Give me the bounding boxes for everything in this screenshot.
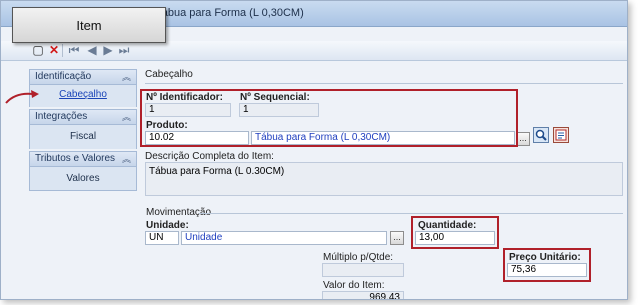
section-title-cabecalho: Cabeçalho (145, 69, 193, 80)
first-record-icon[interactable]: ⏮ (67, 43, 81, 57)
previous-record-icon[interactable]: ◀ (85, 43, 99, 57)
descricao-completa-field[interactable]: Tábua para Forma (L 0.30CM) (145, 162, 623, 196)
collapse-chevron-icon[interactable]: ︽ (122, 110, 131, 124)
highlight-box-produto (140, 89, 518, 147)
new-icon[interactable]: ▢ (31, 43, 45, 57)
search-product-icon[interactable] (533, 127, 549, 143)
collapse-chevron-icon[interactable]: ︽ (122, 152, 131, 166)
sidebar-group-body: Cabeçalho (29, 85, 137, 107)
produto-lookup-button[interactable]: ... (516, 132, 530, 146)
toolbar-separator (62, 44, 63, 57)
sidebar-group-title: Identificação (35, 71, 92, 82)
item-tab[interactable]: Item (12, 7, 166, 43)
sidebar-group-identificacao[interactable]: Identificação ︽ (29, 69, 137, 85)
delete-icon[interactable]: ✕ (47, 43, 61, 57)
descricao-completa-label: Descrição Completa do Item: (145, 151, 274, 162)
sidebar-group-title: Tributos e Valores (35, 153, 116, 164)
sidebar-item-fiscal[interactable]: Fiscal (30, 131, 136, 142)
next-record-icon[interactable]: ▶ (101, 43, 115, 57)
highlight-box-quantidade (411, 216, 499, 249)
window-title: Tábua para Forma (L 0,30CM) (155, 7, 304, 19)
sidebar-item-valores[interactable]: Valores (30, 173, 136, 184)
main-panel: Cabeçalho Nº Identificador: 1 Nº Sequenc… (139, 65, 627, 299)
sidebar-group-integracoes[interactable]: Integrações ︽ (29, 109, 137, 125)
annotation-arrow-icon (5, 90, 39, 104)
section-divider (145, 83, 623, 84)
sidebar-group-title: Integrações (35, 111, 88, 122)
section-divider (199, 213, 623, 214)
record-toolbar: ▢ ✕ ⏮ ◀ ▶ ⏭ (1, 41, 627, 61)
item-window: Tábua para Forma (L 0,30CM) ▢ ✕ ⏮ ◀ ▶ ⏭ … (0, 0, 628, 300)
unidade-description-field[interactable]: Unidade (181, 231, 387, 245)
valor-item-label: Valor do Item: (323, 280, 385, 291)
sidebar-item-cabecalho[interactable]: Cabeçalho (30, 89, 136, 100)
valor-item-field[interactable]: 969,43 (322, 291, 404, 299)
sidebar: Identificação ︽ Cabeçalho Integrações ︽ … (29, 65, 137, 299)
unidade-code-field[interactable]: UN (145, 231, 179, 245)
highlight-box-preco-unitario (503, 248, 591, 282)
unidade-label: Unidade: (146, 220, 189, 231)
sidebar-group-body: Fiscal (29, 125, 137, 149)
multiplo-label: Múltiplo p/Qtde: (323, 252, 394, 263)
sidebar-group-body: Valores (29, 167, 137, 191)
multiplo-field[interactable] (322, 263, 404, 277)
sidebar-group-tributos[interactable]: Tributos e Valores ︽ (29, 151, 137, 167)
product-details-icon[interactable] (553, 127, 569, 143)
unidade-lookup-button[interactable]: ... (390, 231, 404, 245)
last-record-icon[interactable]: ⏭ (117, 43, 131, 57)
collapse-chevron-icon[interactable]: ︽ (122, 70, 131, 84)
